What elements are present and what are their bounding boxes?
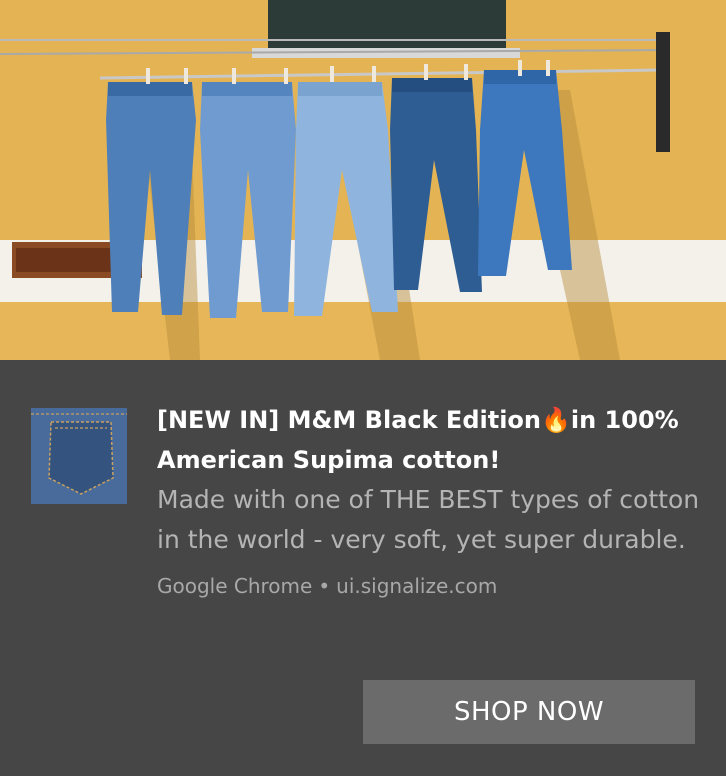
notification-attribution: Google Chrome • ui.signalize.com bbox=[157, 572, 702, 600]
source-app: Google Chrome bbox=[157, 574, 313, 598]
push-notification[interactable]: [NEW IN] M&M Black Edition🔥in 100% Ameri… bbox=[0, 0, 726, 776]
attribution-separator: • bbox=[318, 574, 331, 598]
notification-title: [NEW IN] M&M Black Edition🔥in 100% Ameri… bbox=[157, 406, 679, 474]
denim-pocket-image bbox=[31, 408, 127, 504]
notification-message: Made with one of THE BEST types of cotto… bbox=[157, 485, 700, 554]
source-domain: ui.signalize.com bbox=[336, 574, 498, 598]
shop-now-button[interactable]: SHOP NOW bbox=[363, 680, 695, 744]
hero-image bbox=[0, 0, 726, 360]
